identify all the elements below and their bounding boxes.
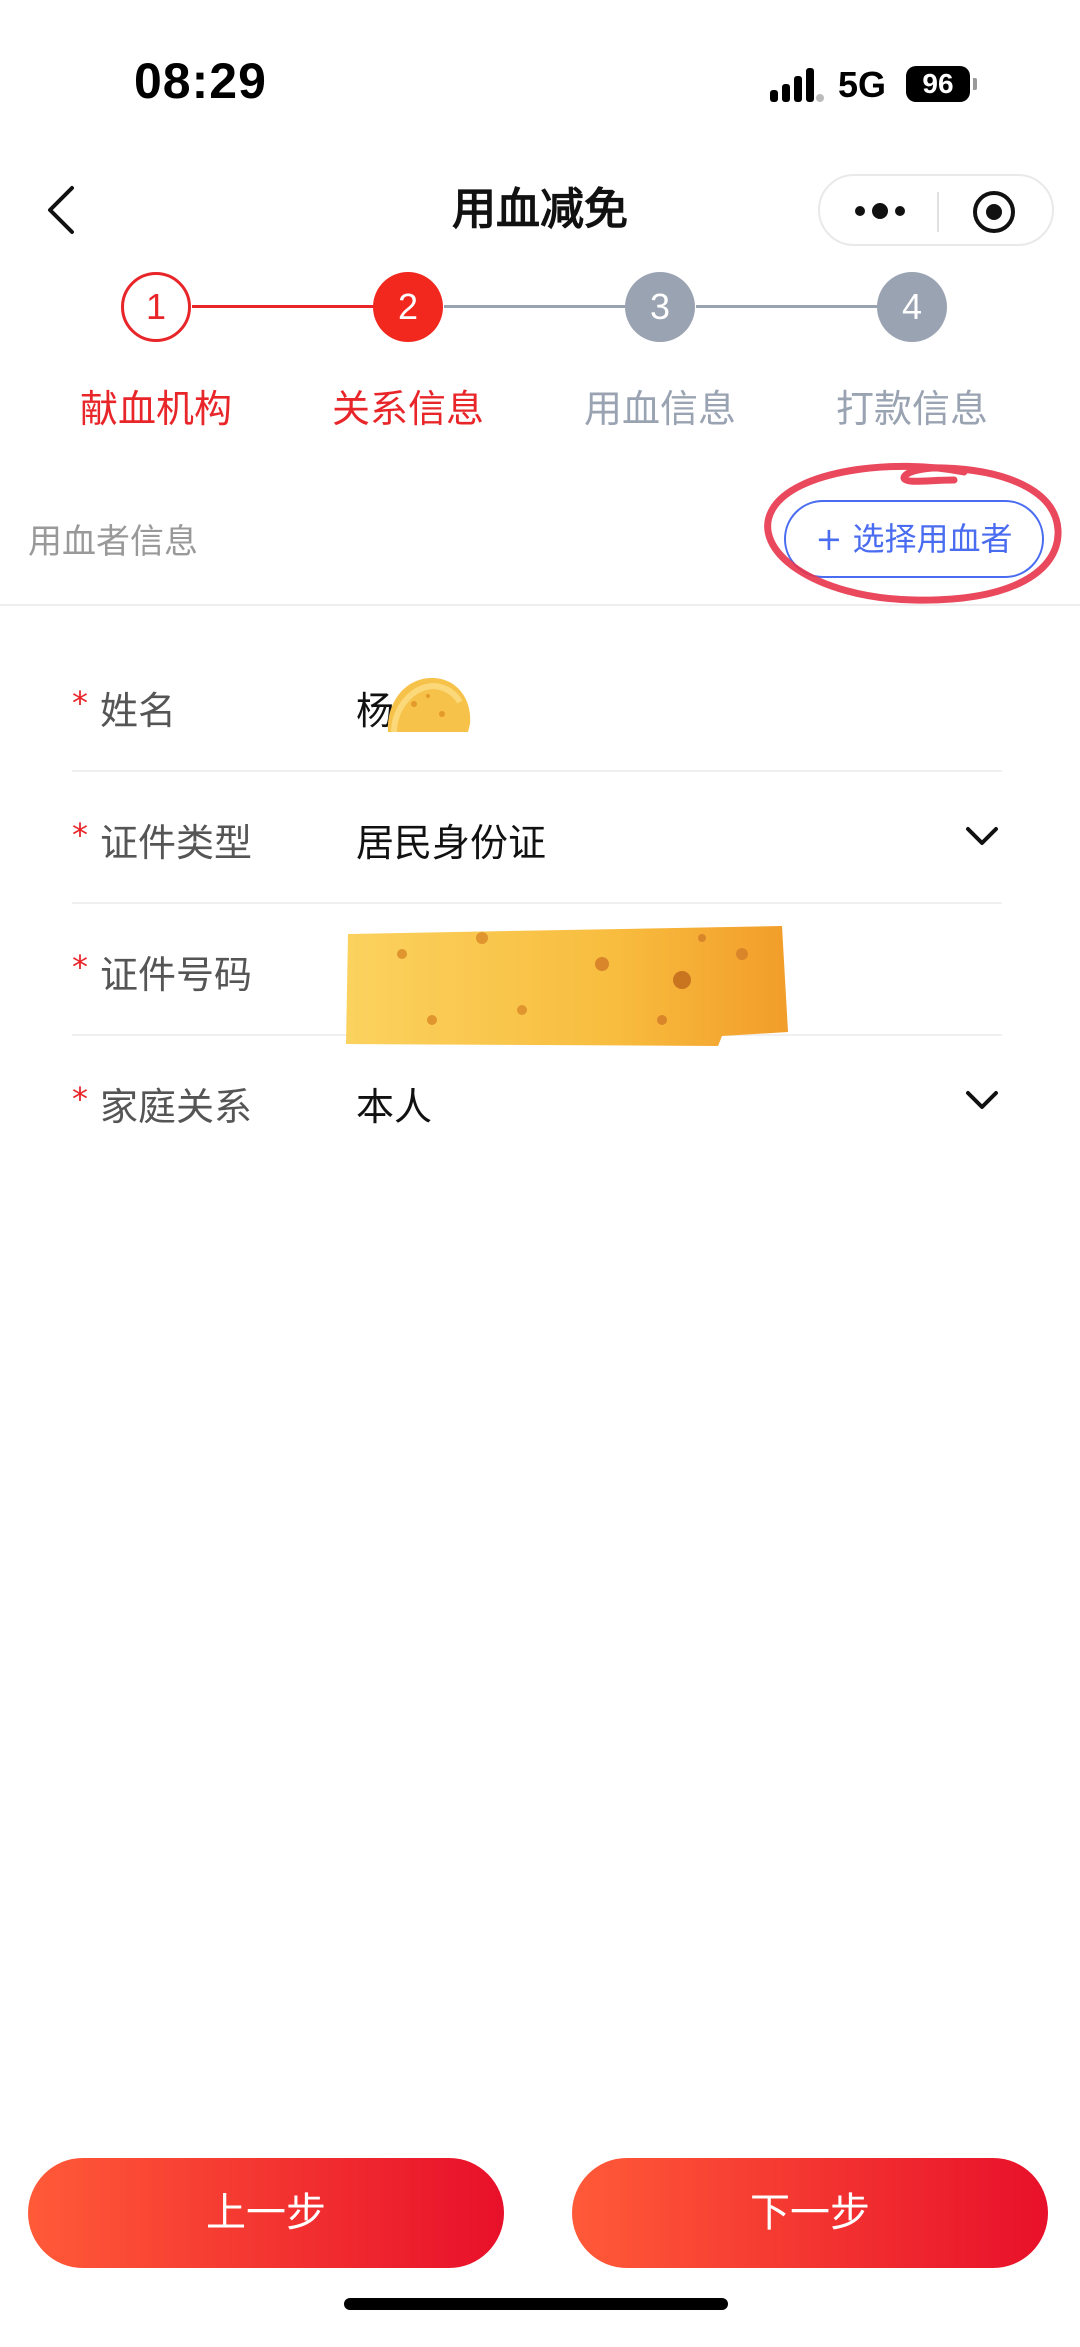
relationship-select[interactable]: 本人 (356, 1076, 432, 1131)
required-mark: * (72, 684, 88, 722)
step-2-label: 关系信息 (331, 387, 484, 431)
battery-nub (973, 78, 977, 90)
section-title: 用血者信息 (28, 522, 198, 562)
step-4-circle: 4 (877, 272, 947, 342)
step-2-circle: 2 (373, 272, 443, 342)
step-4-label: 打款信息 (835, 387, 988, 431)
step-line-1-2 (192, 305, 378, 308)
step-line-3-4 (696, 305, 882, 308)
field-label-relationship: 家庭关系 (100, 1085, 253, 1129)
id-type-select[interactable]: 居民身份证 (356, 812, 546, 867)
required-mark: * (72, 816, 88, 854)
step-line-2-3 (444, 305, 630, 308)
required-mark: * (72, 948, 88, 986)
status-bar: 08:29 5G 96 (0, 0, 1080, 150)
more-icon[interactable] (850, 196, 910, 226)
step-1-circle: 1 (121, 272, 191, 342)
step-1-label: 献血机构 (79, 387, 232, 431)
next-step-button[interactable]: 下一步 (572, 2158, 1048, 2268)
nav-bar: 用血减免 (0, 150, 1080, 270)
mini-program-capsule (818, 174, 1054, 246)
chevron-down-icon[interactable] (962, 816, 1002, 856)
step-3-label: 用血信息 (583, 387, 736, 431)
status-time: 08:29 (134, 53, 267, 109)
redaction-sticker (346, 926, 788, 1046)
redaction-sticker (387, 678, 471, 733)
prev-step-button[interactable]: 上一步 (28, 2158, 504, 2268)
capsule-divider (937, 192, 939, 232)
home-indicator (344, 2298, 728, 2310)
form-row-id-type[interactable]: * 证件类型 居民身份证 (72, 772, 1002, 904)
field-label-id-number: 证件号码 (100, 953, 253, 997)
network-type: 5G (838, 64, 887, 105)
form-row-relationship[interactable]: * 家庭关系 本人 (72, 1036, 1002, 1168)
annotation-circle (764, 462, 1062, 604)
field-label-id-type: 证件类型 (100, 821, 253, 865)
step-3-circle: 3 (625, 272, 695, 342)
field-label-name: 姓名 (100, 689, 177, 733)
form-row-name[interactable]: * 姓名 杨 (72, 640, 1002, 772)
target-icon[interactable] (972, 190, 1016, 234)
signal-icon (770, 68, 824, 102)
chevron-down-icon[interactable] (962, 1080, 1002, 1120)
required-mark: * (72, 1080, 88, 1118)
battery-icon: 96 (906, 66, 970, 102)
